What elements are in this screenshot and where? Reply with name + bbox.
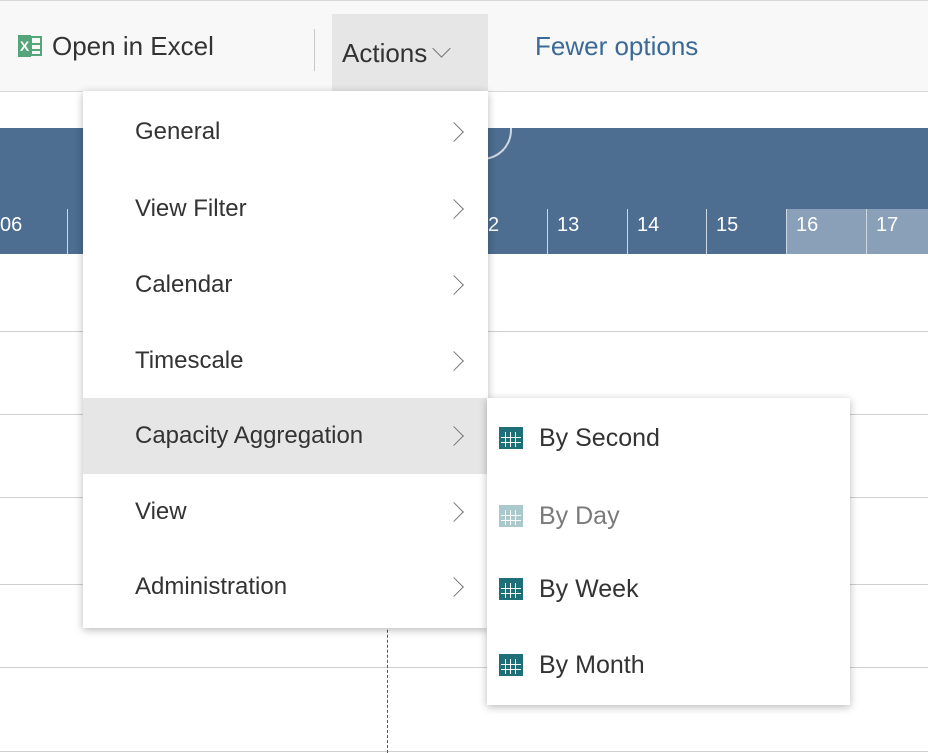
submenu-item-label: By Second (539, 423, 660, 452)
capacity-aggregation-submenu: By Second By Day By Week By Month (487, 398, 850, 705)
calendar-grid-icon (499, 654, 523, 676)
excel-icon: X (18, 35, 42, 57)
calendar-grid-icon (499, 578, 523, 600)
submenu-item-by-month[interactable]: By Month (487, 627, 850, 703)
calendar-day (67, 209, 83, 254)
open-in-excel-button[interactable]: X Open in Excel (18, 15, 214, 77)
chevron-down-icon (432, 38, 451, 58)
actions-button[interactable]: Actions (332, 14, 488, 92)
menu-item-timescale[interactable]: Timescale (83, 323, 488, 399)
submenu-item-label: By Day (539, 501, 620, 530)
chevron-right-icon (444, 351, 464, 371)
submenu-item-label: By Week (539, 574, 639, 603)
menu-item-label: View (135, 498, 187, 525)
fewer-options-label: Fewer options (535, 30, 699, 61)
fewer-options-button[interactable]: Fewer options (535, 15, 698, 77)
calendar-day: 2 (488, 214, 500, 236)
actions-label: Actions (342, 37, 428, 68)
chevron-right-icon (444, 122, 464, 142)
menu-item-capacity-aggregation[interactable]: Capacity Aggregation (83, 398, 488, 474)
menu-item-view[interactable]: View (83, 474, 488, 550)
calendar-day-highlighted: 16 (786, 209, 866, 254)
submenu-item-by-day: By Day (487, 478, 850, 554)
menu-item-administration[interactable]: Administration (83, 549, 488, 625)
menu-item-calendar[interactable]: Calendar (83, 247, 488, 323)
calendar-day-highlighted: 17 (866, 209, 928, 254)
menu-item-label: Administration (135, 573, 288, 600)
menu-item-general[interactable]: General (83, 94, 488, 170)
actions-menu: General View Filter Calendar Timescale C… (83, 91, 488, 628)
toolbar-divider (314, 29, 315, 71)
menu-item-label: Capacity Aggregation (135, 422, 364, 449)
calendar-day: 14 (627, 209, 706, 254)
chevron-right-icon (444, 502, 464, 522)
menu-item-label: Calendar (135, 271, 233, 298)
menu-item-label: General (135, 118, 221, 145)
calendar-grid-icon (499, 427, 523, 449)
chevron-right-icon (444, 426, 464, 446)
submenu-item-by-second[interactable]: By Second (487, 400, 850, 476)
submenu-item-label: By Month (539, 650, 645, 679)
calendar-grid-icon (499, 505, 523, 527)
menu-item-label: View Filter (135, 195, 247, 222)
chevron-right-icon (444, 199, 464, 219)
calendar-day: 13 (547, 209, 627, 254)
menu-item-view-filter[interactable]: View Filter (83, 171, 488, 247)
open-in-excel-label: Open in Excel (52, 30, 214, 61)
calendar-day: 15 (706, 209, 786, 254)
action-toolbar: X Open in Excel Actions Fewer options (0, 0, 928, 92)
chevron-right-icon (444, 275, 464, 295)
calendar-day: 06 (0, 214, 23, 236)
grid-line (0, 751, 928, 752)
submenu-item-by-week[interactable]: By Week (487, 551, 850, 627)
chevron-right-icon (444, 577, 464, 597)
menu-item-label: Timescale (135, 347, 244, 374)
